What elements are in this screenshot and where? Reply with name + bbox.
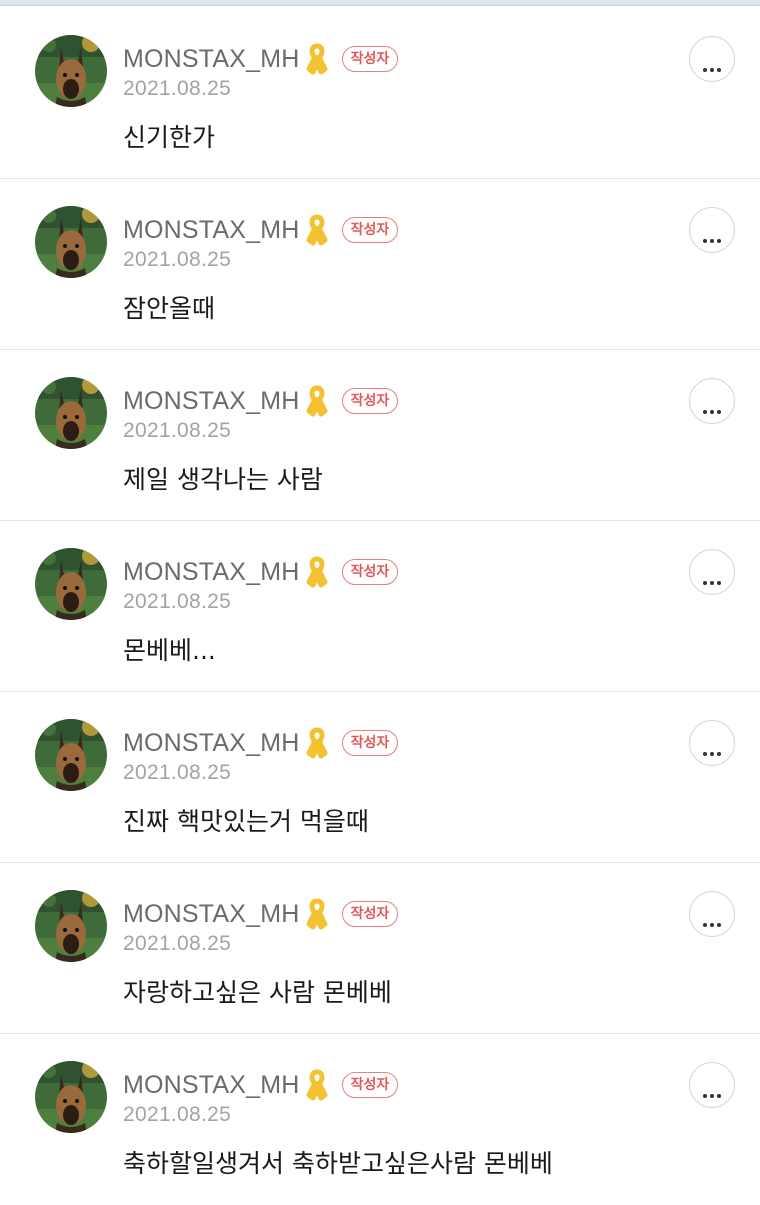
comment-date: 2021.08.25	[123, 590, 232, 613]
avatar[interactable]	[35, 1061, 107, 1133]
comment-item: MONSTAX_MH 작성자 2021.08.25 몬베베...	[0, 521, 760, 692]
writer-badge: 작성자	[341, 217, 399, 243]
more-options-icon	[703, 228, 721, 243]
more-options-button[interactable]	[689, 378, 735, 424]
comment-text: 몬베베...	[123, 636, 216, 665]
yellow-ribbon-icon	[306, 555, 328, 589]
more-options-button[interactable]	[689, 36, 735, 82]
yellow-ribbon-icon	[306, 1068, 328, 1102]
writer-badge: 작성자	[341, 388, 399, 414]
avatar[interactable]	[35, 719, 107, 791]
yellow-ribbon-icon	[306, 384, 328, 418]
comment-text: 자랑하고싶은 사람 몬베베	[123, 978, 392, 1007]
writer-badge: 작성자	[341, 901, 399, 927]
more-options-icon	[703, 399, 721, 414]
comment-text: 제일 생각나는 사람	[123, 465, 323, 494]
comment-date: 2021.08.25	[123, 932, 232, 955]
author-name[interactable]: MONSTAX_MH	[123, 45, 300, 74]
comment-item: MONSTAX_MH 작성자 2021.08.25 신기한가	[0, 8, 760, 179]
more-options-button[interactable]	[689, 549, 735, 595]
author-name[interactable]: MONSTAX_MH	[123, 216, 300, 245]
avatar[interactable]	[35, 206, 107, 278]
comment-item: MONSTAX_MH 작성자 2021.08.25 잠안올때	[0, 179, 760, 350]
comment-date: 2021.08.25	[123, 248, 232, 271]
author-name[interactable]: MONSTAX_MH	[123, 558, 300, 587]
avatar[interactable]	[35, 548, 107, 620]
author-name[interactable]: MONSTAX_MH	[123, 729, 300, 758]
comment-text: 진짜 핵맛있는거 먹을때	[123, 807, 369, 836]
comment-item: MONSTAX_MH 작성자 2021.08.25 축하할일생겨서 축하받고싶은…	[0, 1034, 760, 1205]
more-options-icon	[703, 57, 721, 72]
more-options-button[interactable]	[689, 720, 735, 766]
avatar[interactable]	[35, 890, 107, 962]
more-options-icon	[703, 570, 721, 585]
yellow-ribbon-icon	[306, 897, 328, 931]
writer-badge: 작성자	[341, 730, 399, 756]
comment-date: 2021.08.25	[123, 761, 232, 784]
comment-date: 2021.08.25	[123, 1103, 232, 1126]
author-row: MONSTAX_MH 작성자	[123, 1067, 399, 1103]
writer-badge: 작성자	[341, 559, 399, 585]
more-options-icon	[703, 912, 721, 927]
author-row: MONSTAX_MH 작성자	[123, 383, 399, 419]
comment-list: MONSTAX_MH 작성자 2021.08.25 신기한가 MONSTAX_M…	[0, 8, 760, 1205]
comment-item: MONSTAX_MH 작성자 2021.08.25 제일 생각나는 사람	[0, 350, 760, 521]
yellow-ribbon-icon	[306, 213, 328, 247]
more-options-icon	[703, 1083, 721, 1098]
more-options-button[interactable]	[689, 891, 735, 937]
avatar[interactable]	[35, 35, 107, 107]
comment-item: MONSTAX_MH 작성자 2021.08.25 자랑하고싶은 사람 몬베베	[0, 863, 760, 1034]
comment-text: 잠안올때	[123, 294, 216, 323]
more-options-icon	[703, 741, 721, 756]
comment-text: 신기한가	[123, 123, 216, 152]
yellow-ribbon-icon	[306, 42, 328, 76]
author-row: MONSTAX_MH 작성자	[123, 896, 399, 932]
author-name[interactable]: MONSTAX_MH	[123, 387, 300, 416]
top-divider	[0, 0, 760, 6]
writer-badge: 작성자	[341, 1072, 399, 1098]
comment-date: 2021.08.25	[123, 77, 232, 100]
yellow-ribbon-icon	[306, 726, 328, 760]
more-options-button[interactable]	[689, 1062, 735, 1108]
more-options-button[interactable]	[689, 207, 735, 253]
writer-badge: 작성자	[341, 46, 399, 72]
comment-text: 축하할일생겨서 축하받고싶은사람 몬베베	[123, 1149, 553, 1178]
avatar[interactable]	[35, 377, 107, 449]
author-row: MONSTAX_MH 작성자	[123, 725, 399, 761]
author-row: MONSTAX_MH 작성자	[123, 41, 399, 77]
comment-item: MONSTAX_MH 작성자 2021.08.25 진짜 핵맛있는거 먹을때	[0, 692, 760, 863]
author-name[interactable]: MONSTAX_MH	[123, 1071, 300, 1100]
author-row: MONSTAX_MH 작성자	[123, 554, 399, 590]
author-row: MONSTAX_MH 작성자	[123, 212, 399, 248]
author-name[interactable]: MONSTAX_MH	[123, 900, 300, 929]
comment-date: 2021.08.25	[123, 419, 232, 442]
